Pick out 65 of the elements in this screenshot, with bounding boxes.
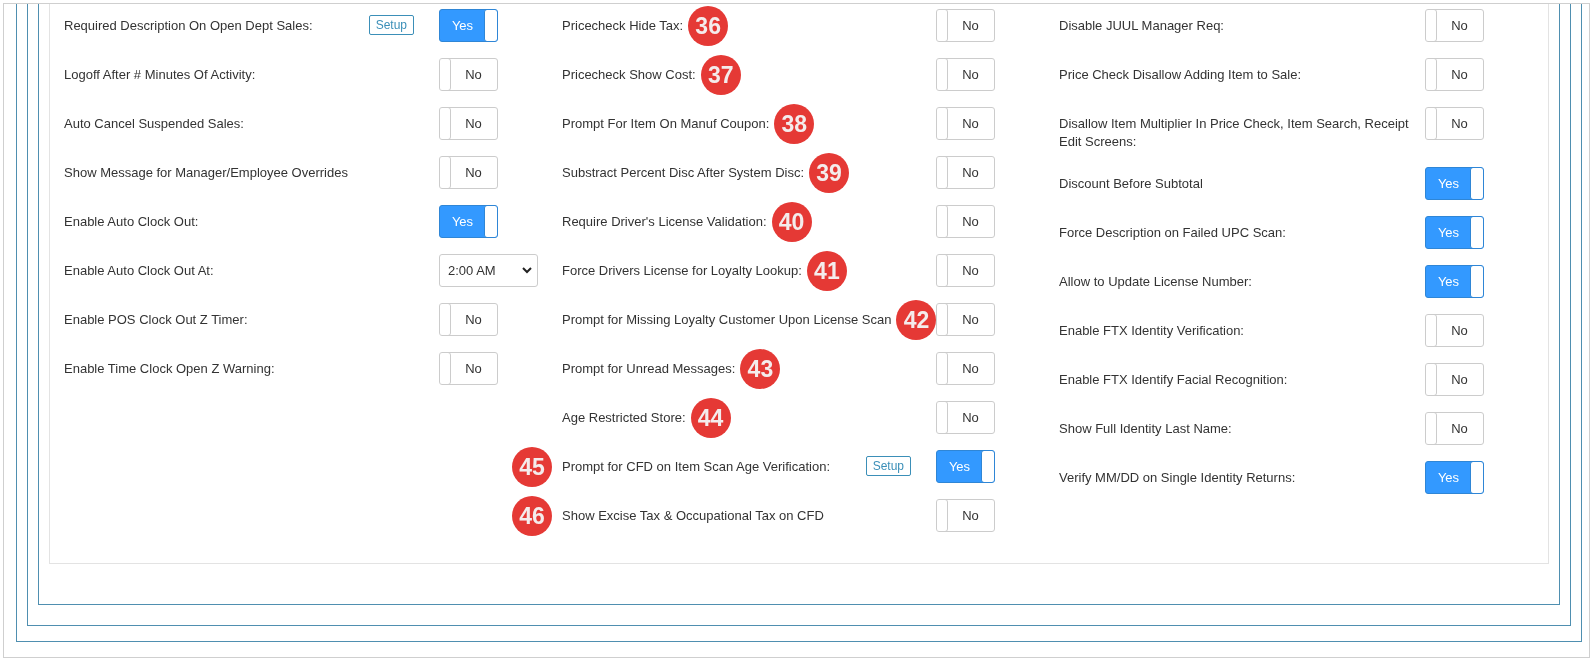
number-badge: 40: [771, 202, 812, 242]
setting-label: Show Full Identity Last Name:: [1059, 421, 1232, 436]
toggle-switch[interactable]: No: [936, 401, 995, 434]
setting-label: Disable JUUL Manager Req:: [1059, 18, 1224, 33]
setting-label: Prompt For Item On Manuf Coupon:: [562, 116, 770, 131]
number-badge: 46: [512, 496, 552, 536]
setting-label: Pricecheck Show Cost:: [562, 67, 696, 82]
setting-label: Enable Time Clock Open Z Warning:: [64, 361, 275, 376]
number-badge: 45: [512, 447, 552, 487]
setting-label: Force Description on Failed UPC Scan:: [1059, 225, 1286, 240]
toggle-switch[interactable]: No: [1425, 107, 1484, 140]
setting-label: Enable Auto Clock Out:: [64, 214, 199, 229]
toggle-switch[interactable]: No: [1425, 314, 1484, 347]
setup-button[interactable]: Setup: [368, 15, 414, 35]
toggle-switch[interactable]: No: [1425, 363, 1484, 396]
toggle-switch[interactable]: No: [439, 58, 498, 91]
setting-label: Enable FTX Identity Verification:: [1059, 323, 1244, 338]
chevron-icon: [522, 267, 532, 274]
toggle-switch[interactable]: No: [1425, 58, 1484, 91]
toggle-switch[interactable]: No: [936, 352, 995, 385]
number-badge: 37: [700, 55, 741, 95]
toggle-switch[interactable]: No: [936, 58, 995, 91]
setting-label: Disallow Item Multiplier In Price Check, Item Search, Receipt Edit Screens:: [1059, 116, 1409, 149]
setting-label: Age Restricted Store:: [562, 410, 686, 425]
setting-label: Force Drivers License for Loyalty Lookup:: [562, 263, 802, 278]
toggle-switch[interactable]: No: [439, 352, 498, 385]
setting-label: Pricecheck Hide Tax:: [562, 18, 684, 33]
number-badge: 38: [774, 104, 815, 144]
setting-label: Enable POS Clock Out Z Timer:: [64, 312, 248, 327]
toggle-switch[interactable]: No: [1425, 412, 1484, 445]
number-badge: 43: [740, 349, 781, 389]
number-badge: 44: [690, 398, 731, 438]
setting-label: Substract Percent Disc After System Disc:: [562, 165, 805, 180]
time-select[interactable]: 2:00 AM: [439, 254, 538, 287]
toggle-switch[interactable]: No: [1425, 9, 1484, 42]
setting-label: Required Description On Open Dept Sales:: [64, 18, 313, 33]
number-badge: 39: [809, 153, 850, 193]
setting-label: Price Check Disallow Adding Item to Sale:: [1059, 67, 1302, 82]
setting-label: Enable Auto Clock Out At:: [64, 263, 214, 278]
toggle-switch[interactable]: No: [936, 254, 995, 287]
number-badge: 41: [806, 251, 847, 291]
setting-label: Prompt for Missing Loyalty Customer Upon License Scan: [562, 312, 892, 327]
setting-label: Require Driver's License Validation:: [562, 214, 767, 229]
setting-label: Auto Cancel Suspended Sales:: [64, 116, 244, 131]
setting-label: Enable FTX Identify Facial Recognition:: [1059, 372, 1288, 387]
toggle-switch[interactable]: No: [439, 156, 498, 189]
setting-label: Verify MM/DD on Single Identity Returns:: [1059, 470, 1296, 485]
setting-label: Allow to Update License Number:: [1059, 274, 1252, 289]
toggle-switch[interactable]: No: [936, 156, 995, 189]
toggle-switch[interactable]: No: [936, 303, 995, 336]
toggle-switch[interactable]: No: [439, 107, 498, 140]
toggle-switch[interactable]: No: [936, 9, 995, 42]
number-badge: 42: [896, 300, 937, 340]
toggle-switch[interactable]: No: [936, 205, 995, 238]
setting-label: Show Message for Manager/Employee Overrides: [64, 165, 348, 180]
setup-button[interactable]: Setup: [865, 456, 911, 476]
setting-label: Show Excise Tax & Occupational Tax on CFD: [562, 508, 824, 523]
setting-label: Prompt for CFD on Item Scan Age Verification:: [562, 459, 831, 474]
setting-label: Logoff After # Minutes Of Activity:: [64, 67, 256, 82]
setting-label: Prompt for Unread Messages:: [562, 361, 736, 376]
setting-label: Discount Before Subtotal: [1059, 176, 1203, 191]
toggle-switch[interactable]: No: [439, 303, 498, 336]
toggle-switch[interactable]: No: [936, 499, 995, 532]
toggle-switch[interactable]: No: [936, 107, 995, 140]
number-badge: 36: [688, 6, 729, 46]
